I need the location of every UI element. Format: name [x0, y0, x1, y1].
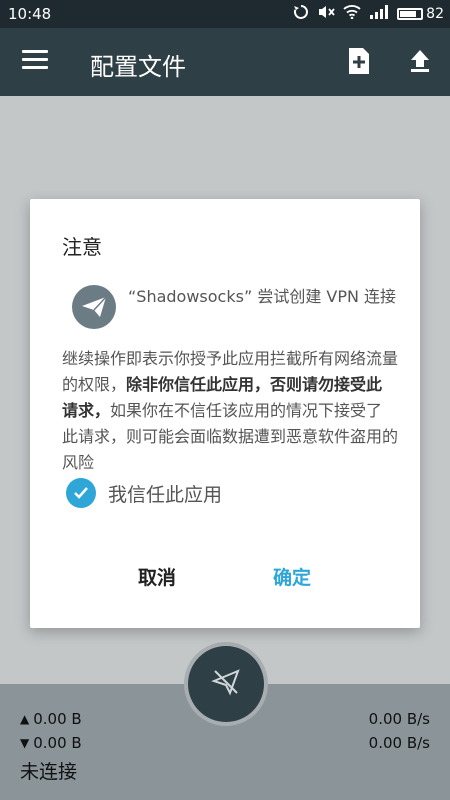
wifi-icon: [343, 5, 361, 23]
connect-button[interactable]: [188, 646, 264, 722]
body-text-part2: 如果你在不信任该应用的情况下接受了此请求，则可能会面临数据遭到恶意软件盗用的风险: [62, 401, 399, 472]
check-icon[interactable]: [66, 478, 96, 508]
sync-icon: [293, 4, 309, 24]
download-total: 0.00 B: [33, 734, 82, 752]
download-total-row: ▼ 0.00 B: [20, 734, 82, 752]
trust-app-checkbox[interactable]: 我信任此应用: [66, 478, 222, 508]
vpn-permission-dialog: 注意 “Shadowsocks” 尝试创建 VPN 连接 继续操作即表示你授予此…: [30, 199, 420, 628]
connection-status: 未连接: [20, 761, 78, 783]
app-bar: 配置文件: [0, 28, 450, 96]
upload-icon[interactable]: [407, 48, 433, 74]
battery-level: 82: [426, 6, 444, 22]
vpn-request-text: “Shadowsocks” 尝试创建 VPN 连接: [128, 287, 397, 306]
download-rate: 0.00 B/s: [368, 734, 430, 752]
upload-total: 0.00 B: [33, 710, 82, 728]
paper-plane-icon: [72, 285, 116, 329]
status-bar: 10:48 82: [0, 0, 450, 28]
mute-icon: [317, 4, 335, 24]
dialog-body: 继续操作即表示你授予此应用拦截所有网络流量的权限，除非你信任此应用，否则请勿接受…: [62, 346, 398, 476]
upload-rate: 0.00 B/s: [368, 710, 430, 728]
upload-arrow-icon: ▲: [20, 712, 30, 726]
signal-icon: [369, 5, 389, 23]
confirm-button[interactable]: 确定: [271, 557, 313, 596]
page-title: 配置文件: [90, 53, 186, 81]
paper-plane-off-icon: [211, 667, 241, 701]
battery-indicator: 82: [397, 6, 444, 22]
add-file-icon[interactable]: [347, 46, 371, 76]
dialog-title: 注意: [62, 235, 102, 259]
status-time: 10:48: [8, 5, 52, 23]
download-arrow-icon: ▼: [20, 736, 30, 750]
trust-app-label[interactable]: 我信任此应用: [108, 480, 222, 507]
battery-icon: [397, 8, 424, 20]
cancel-button[interactable]: 取消: [136, 557, 178, 596]
menu-icon[interactable]: [22, 50, 48, 74]
upload-total-row: ▲ 0.00 B: [20, 710, 82, 728]
status-icons: 82: [293, 4, 444, 24]
